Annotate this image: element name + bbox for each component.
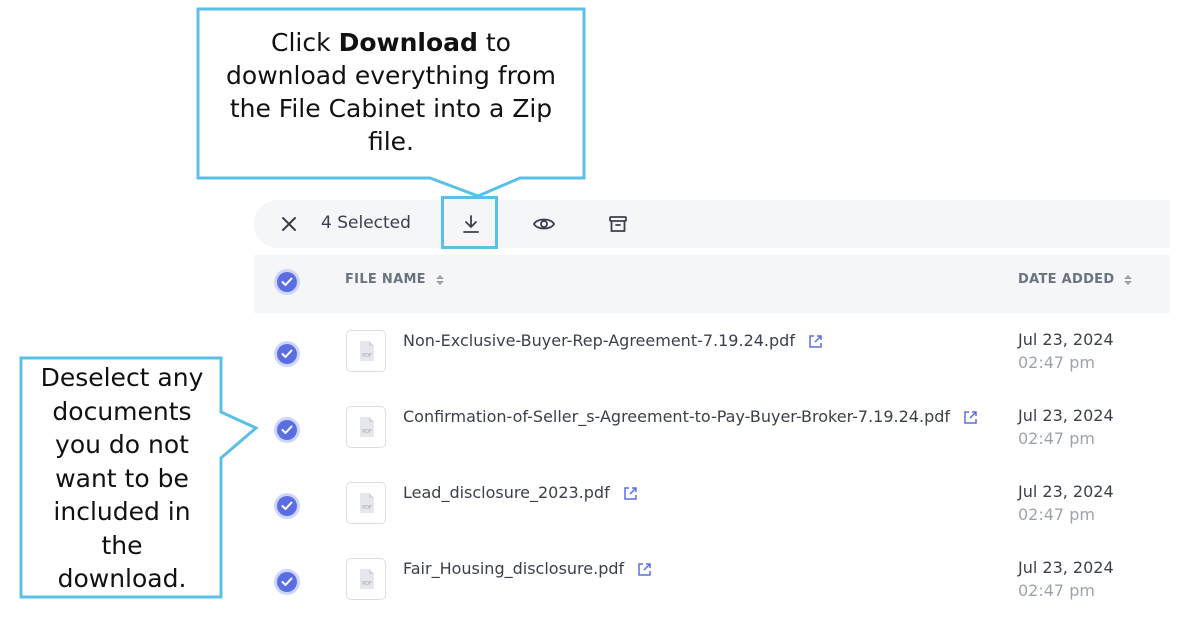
selected-count: 4 Selected — [321, 213, 411, 233]
svg-text:PDF: PDF — [362, 429, 372, 435]
time-added: 02:47 pm — [1018, 429, 1095, 448]
time-added: 02:47 pm — [1018, 581, 1095, 600]
deselect-callout: Deselect any documents you do not want t… — [40, 363, 204, 593]
file-name[interactable]: Non-Exclusive-Buyer-Rep-Agreement-7.19.2… — [403, 331, 823, 350]
file-name[interactable]: Confirmation-of-Seller_s-Agreement-to-Pa… — [403, 407, 978, 426]
archive-icon[interactable] — [606, 212, 630, 236]
sort-icon — [1124, 274, 1133, 285]
row-checkbox[interactable] — [277, 344, 297, 364]
external-link-icon[interactable] — [623, 486, 638, 501]
time-added: 02:47 pm — [1018, 505, 1095, 524]
table-row[interactable]: PDF Non-Exclusive-Buyer-Rep-Agreement-7.… — [254, 317, 1170, 393]
table-row[interactable]: PDF Fair_Housing_disclosure.pdf Jul 23, … — [254, 545, 1170, 621]
download-highlight — [441, 196, 498, 249]
select-all-checkbox[interactable] — [277, 272, 297, 292]
svg-text:PDF: PDF — [362, 353, 372, 359]
download-emphasis: Download — [338, 28, 478, 57]
external-link-icon[interactable] — [963, 410, 978, 425]
close-icon[interactable] — [278, 213, 300, 235]
pdf-file-icon: PDF — [346, 482, 386, 524]
row-checkbox[interactable] — [277, 420, 297, 440]
eye-icon[interactable] — [532, 212, 556, 236]
row-checkbox[interactable] — [277, 496, 297, 516]
date-added-column-header[interactable]: DATE ADDED — [1018, 272, 1133, 287]
pdf-file-icon: PDF — [346, 558, 386, 600]
selection-toolbar: 4 Selected — [254, 200, 1170, 248]
time-added: 02:47 pm — [1018, 353, 1095, 372]
svg-text:PDF: PDF — [362, 505, 372, 511]
file-name[interactable]: Fair_Housing_disclosure.pdf — [403, 559, 652, 578]
date-added: Jul 23, 2024 — [1018, 558, 1114, 577]
download-callout: Click Download to download everything fr… — [226, 28, 556, 156]
sort-icon — [435, 274, 444, 285]
pdf-file-icon: PDF — [346, 330, 386, 372]
date-added: Jul 23, 2024 — [1018, 330, 1114, 349]
date-added: Jul 23, 2024 — [1018, 406, 1114, 425]
row-checkbox[interactable] — [277, 572, 297, 592]
file-name-column-header[interactable]: FILE NAME — [345, 272, 445, 287]
file-name[interactable]: Lead_disclosure_2023.pdf — [403, 483, 638, 502]
pdf-file-icon: PDF — [346, 406, 386, 448]
table-row[interactable]: PDF Lead_disclosure_2023.pdf Jul 23, 202… — [254, 469, 1170, 545]
external-link-icon[interactable] — [637, 562, 652, 577]
svg-text:PDF: PDF — [362, 581, 372, 587]
external-link-icon[interactable] — [808, 334, 823, 349]
table-row[interactable]: PDF Confirmation-of-Seller_s-Agreement-t… — [254, 393, 1170, 469]
date-added: Jul 23, 2024 — [1018, 482, 1114, 501]
table-header: FILE NAME DATE ADDED — [254, 255, 1170, 313]
